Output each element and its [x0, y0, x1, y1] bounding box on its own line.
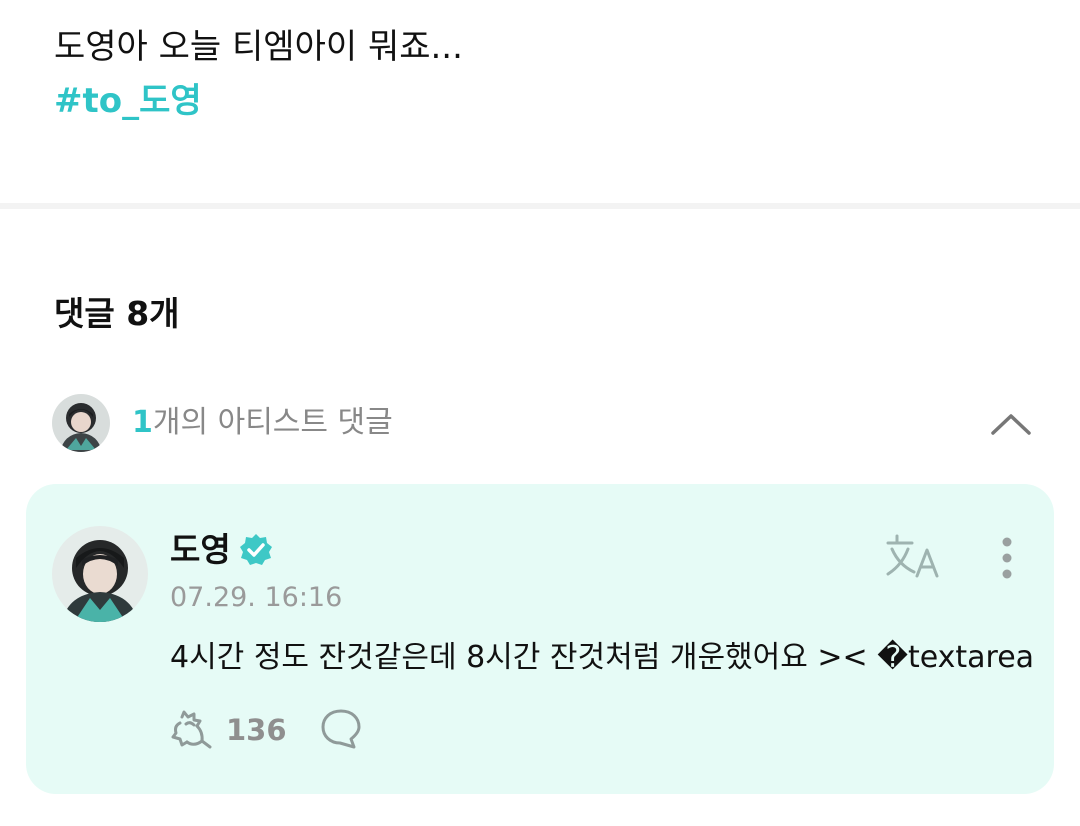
like-button[interactable]: 136: [170, 706, 287, 754]
comment-body: 4시간 정도 잔것같은데 8시간 잔것처럼 개운했어요 >< �textarea: [170, 640, 1035, 675]
author-name[interactable]: 도영: [170, 528, 231, 572]
artist-comments-count: 1: [132, 405, 153, 440]
like-icon: [171, 710, 212, 749]
author-row: 도영: [170, 528, 273, 572]
artist-comment-card: 도영 07.29. 16:16 4시간 정도 잔것같은데 8시간 잔것처럼 개운…: [26, 484, 1054, 794]
translate-icon[interactable]: [884, 532, 944, 580]
reply-icon[interactable]: [318, 706, 364, 752]
more-vertical-icon[interactable]: [994, 536, 1020, 580]
chevron-up-icon[interactable]: [990, 404, 1032, 444]
artist-comments-label: 1개의 아티스트 댓글: [132, 402, 393, 444]
section-divider: [0, 203, 1080, 209]
post-text: 도영아 오늘 티엠아이 뭐죠...: [54, 27, 463, 67]
author-avatar[interactable]: [52, 526, 148, 622]
comments-count-title: 댓글 8개: [54, 294, 180, 333]
like-count: 136: [226, 713, 287, 747]
artist-comments-text: 개의 아티스트 댓글: [152, 405, 393, 440]
artist-avatar-small: [52, 394, 110, 452]
comment-timestamp: 07.29. 16:16: [170, 582, 343, 613]
post-hashtag[interactable]: #to_도영: [54, 76, 202, 126]
verified-badge-icon: [239, 534, 272, 565]
artist-comments-summary[interactable]: 1개의 아티스트 댓글: [52, 394, 1032, 454]
